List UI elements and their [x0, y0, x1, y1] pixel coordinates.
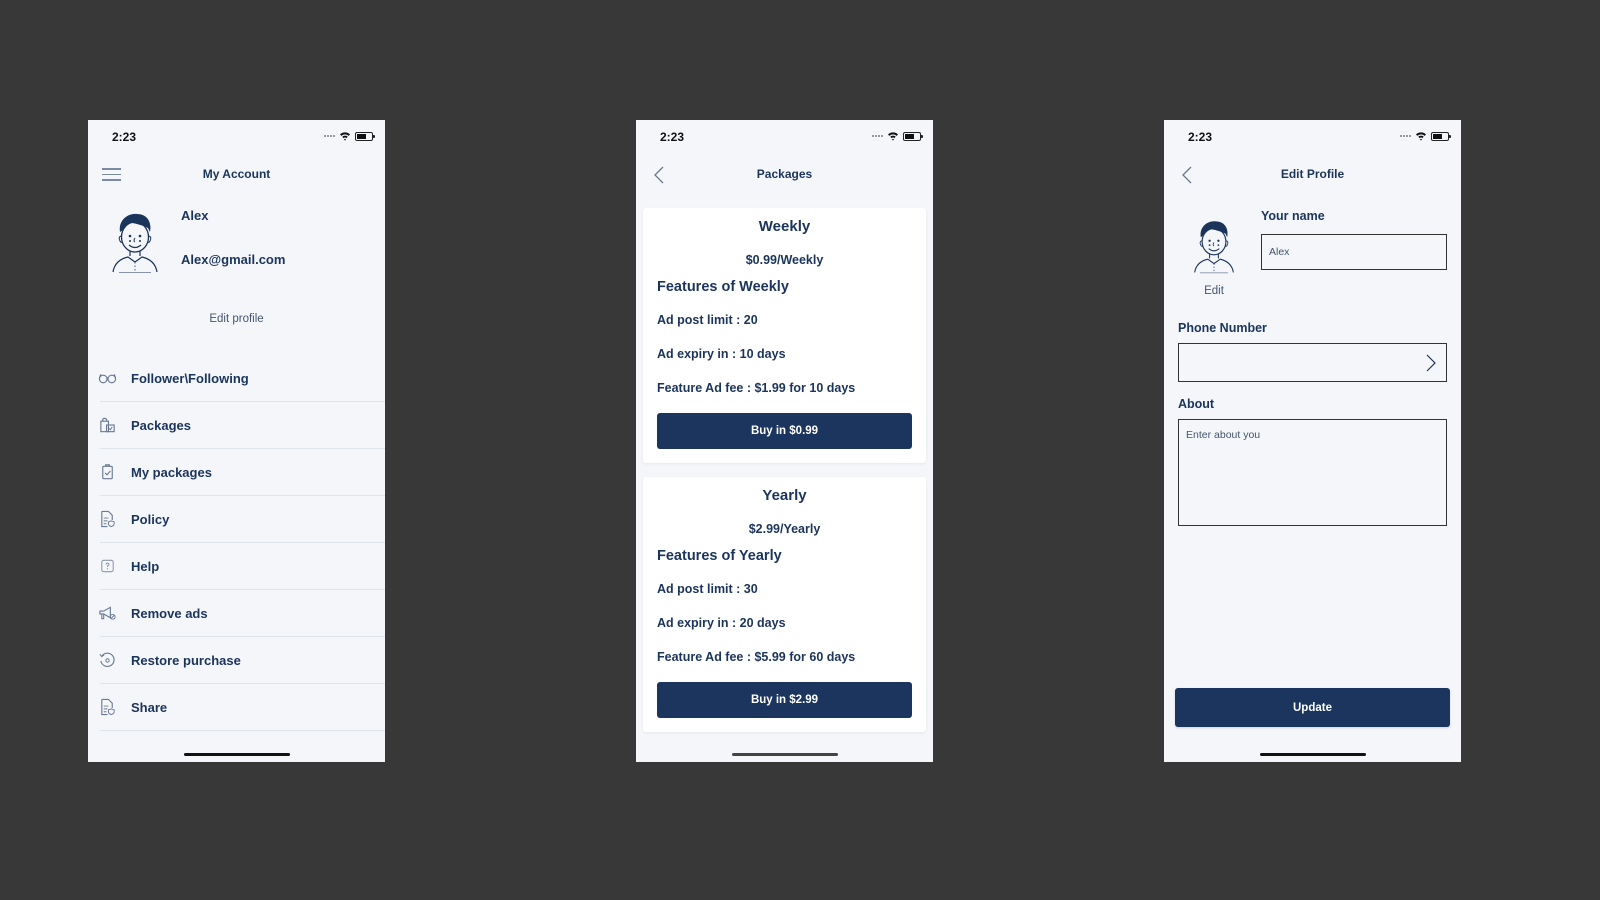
menu-item-restore-purchase[interactable]: Restore purchase — [99, 637, 385, 684]
name-label: Your name — [1261, 209, 1325, 223]
signal-icon — [324, 135, 335, 137]
battery-icon — [903, 131, 923, 141]
feature-item: Ad post limit : 30 — [657, 582, 758, 596]
update-button[interactable]: Update — [1175, 688, 1450, 727]
wifi-icon — [888, 132, 898, 141]
status-bar: 2:23 — [88, 120, 385, 154]
home-indicator[interactable] — [1259, 753, 1366, 756]
menu-item-label: Restore purchase — [131, 652, 241, 668]
home-indicator[interactable] — [183, 753, 290, 756]
package-name: Weekly — [758, 218, 811, 235]
package-card-weekly: Weekly $0.99/Weekly Features of Weekly A… — [643, 208, 926, 463]
battery-icon — [1431, 131, 1451, 141]
buy-yearly-button[interactable]: Buy in $2.99 — [657, 682, 912, 718]
status-bar: 2:23 — [1164, 120, 1461, 154]
edit-profile-screen: 2:23 Edit Profile Edit Your name Phone N… — [1164, 120, 1461, 762]
wifi-icon — [1416, 132, 1426, 141]
features-heading: Features of Yearly — [657, 548, 782, 564]
edit-avatar-link[interactable]: Edit — [1192, 285, 1236, 297]
name-input[interactable] — [1261, 234, 1447, 270]
menu-item-follower-following[interactable]: Follower\Following — [98, 355, 385, 402]
menu-item-label: Remove ads — [131, 605, 208, 621]
avatar — [112, 213, 158, 273]
status-time: 2:23 — [660, 130, 685, 144]
glasses-icon — [98, 373, 117, 384]
status-time: 2:23 — [112, 130, 137, 144]
packages-list[interactable]: Weekly $0.99/Weekly Features of Weekly A… — [643, 208, 926, 746]
clipboard-check-icon — [102, 464, 113, 480]
menu-item-share[interactable]: Share — [100, 684, 385, 731]
phone-label: Phone Number — [1178, 321, 1267, 335]
document-shield-icon — [101, 510, 115, 528]
chevron-right-icon — [1426, 354, 1436, 372]
question-box-icon — [101, 559, 114, 573]
restore-icon — [99, 652, 115, 667]
page-title: My Account — [202, 167, 271, 181]
account-menu: Follower\Following Packages My packages … — [98, 355, 385, 731]
document-shield-icon — [101, 698, 115, 716]
features-heading: Features of Weekly — [657, 279, 789, 295]
avatar[interactable] — [1192, 215, 1236, 277]
menu-item-label: Help — [131, 558, 160, 574]
menu-item-label: Follower\Following — [131, 370, 249, 386]
status-time: 2:23 — [1188, 130, 1213, 144]
menu-item-label: Packages — [131, 417, 191, 433]
buy-weekly-button[interactable]: Buy in $0.99 — [657, 413, 912, 449]
menu-item-packages[interactable]: Packages — [100, 402, 385, 449]
signal-icon — [872, 135, 883, 137]
navbar: Packages — [636, 160, 933, 188]
menu-item-policy[interactable]: Policy — [100, 496, 385, 543]
package-card-yearly: Yearly $2.99/Yearly Features of Yearly A… — [643, 477, 926, 732]
feature-item: Feature Ad fee : $5.99 for 60 days — [657, 650, 856, 664]
package-name: Yearly — [762, 487, 807, 504]
user-email: Alex@gmail.com — [181, 252, 286, 267]
wifi-icon — [340, 132, 350, 141]
menu-item-label: My packages — [131, 464, 212, 480]
feature-item: Feature Ad fee : $1.99 for 10 days — [657, 381, 856, 395]
shopping-bags-icon — [100, 417, 115, 433]
page-title: Edit Profile — [1280, 167, 1345, 181]
signal-icon — [1400, 135, 1411, 137]
edit-profile-link[interactable]: Edit profile — [88, 313, 385, 325]
package-price: $2.99/Yearly — [748, 522, 821, 536]
about-label: About — [1178, 397, 1215, 411]
menu-item-my-packages[interactable]: My packages — [100, 449, 385, 496]
package-price: $0.99/Weekly — [745, 253, 824, 267]
feature-item: Ad expiry in : 10 days — [657, 347, 786, 361]
phone-number-field[interactable] — [1178, 343, 1447, 382]
status-bar: 2:23 — [636, 120, 933, 154]
menu-item-label: Policy — [131, 511, 170, 527]
about-textarea[interactable] — [1178, 419, 1447, 526]
menu-item-help[interactable]: Help — [100, 543, 385, 590]
menu-item-label: Share — [131, 699, 168, 715]
feature-item: Ad expiry in : 20 days — [657, 616, 786, 630]
navbar: Edit Profile — [1164, 160, 1461, 188]
page-title: Packages — [756, 167, 813, 181]
menu-item-remove-ads[interactable]: Remove ads — [99, 590, 385, 637]
navbar: My Account — [88, 160, 385, 188]
battery-icon — [355, 131, 375, 141]
my-account-screen: 2:23 My Account Alex Alex@gmail.com Edit… — [88, 120, 385, 762]
home-indicator[interactable] — [731, 753, 838, 756]
packages-screen: 2:23 Packages Weekly $0.99/Weekly Featur… — [636, 120, 933, 762]
feature-item: Ad post limit : 20 — [657, 313, 758, 327]
megaphone-icon — [99, 606, 116, 620]
user-name: Alex — [181, 208, 209, 223]
